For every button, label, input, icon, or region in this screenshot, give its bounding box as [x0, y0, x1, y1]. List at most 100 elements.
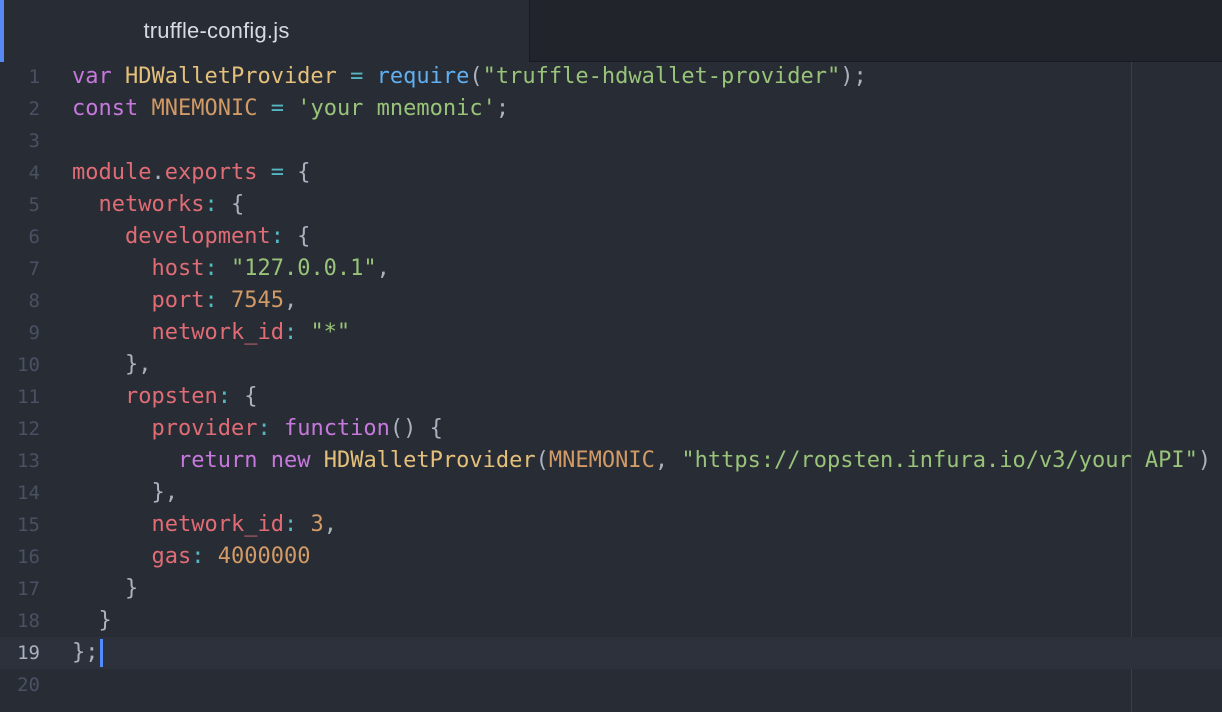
tab-bar: truffle-config.js: [0, 0, 1222, 62]
code-token: module: [72, 160, 152, 185]
line-number: 3: [28, 130, 40, 152]
line-number: 17: [17, 578, 40, 600]
code-line[interactable]: 4 module.exports = {: [0, 157, 1222, 189]
code-line[interactable]: 3: [0, 125, 1222, 157]
code-line[interactable]: 1 var HDWalletProvider = require("truffle…: [0, 61, 1222, 93]
code-line[interactable]: 15 network_id: 3,: [0, 509, 1222, 541]
code-token: network_id: [151, 512, 284, 537]
code-token: port: [151, 288, 205, 313]
code-line[interactable]: 19};: [0, 637, 1222, 669]
code-token: ;: [495, 96, 510, 121]
code-token: gas: [151, 544, 192, 569]
code-token: =: [270, 160, 284, 185]
code-token: :: [191, 544, 205, 569]
code-token: const: [72, 96, 139, 121]
code-token: =: [270, 96, 284, 121]
code-token: },: [72, 352, 152, 377]
line-number: 16: [17, 546, 40, 568]
code-text: ropsten: {: [72, 381, 257, 413]
code-token: "truffle-hdwallet-provider": [482, 64, 841, 89]
code-line[interactable]: 20: [0, 669, 1222, 701]
code-token: development: [124, 224, 271, 249]
code-text: network_id: "*": [72, 317, 350, 349]
code-token: :: [283, 320, 298, 345]
code-token: provider: [151, 416, 258, 441]
code-token: {: [283, 160, 311, 185]
code-token: HDWalletProvider: [125, 64, 337, 89]
code-text: networks: {: [72, 189, 245, 221]
line-number: 13: [17, 450, 40, 472]
code-line[interactable]: 11 ropsten: {: [0, 381, 1222, 413]
code-token: () {: [389, 416, 443, 441]
line-number: 9: [28, 322, 40, 344]
code-line[interactable]: 6 development: {: [0, 221, 1222, 253]
code-token: }: [72, 608, 112, 633]
line-number: 1: [28, 66, 40, 88]
line-number: 19: [17, 642, 40, 664]
code-line[interactable]: 12 provider: function() {: [0, 413, 1222, 445]
code-line[interactable]: 8 port: 7545,: [0, 285, 1222, 317]
code-token: },: [72, 480, 178, 505]
code-token: :: [270, 224, 284, 249]
code-text: }: [72, 605, 112, 637]
code-line[interactable]: 10 },: [0, 349, 1222, 381]
code-token: new: [270, 448, 311, 473]
code-token: :: [204, 256, 218, 281]
code-text: }: [72, 573, 138, 605]
code-line[interactable]: 16 gas: 4000000: [0, 541, 1222, 573]
code-editor[interactable]: 1 var HDWalletProvider = require("truffle…: [0, 62, 1222, 712]
line-number: 14: [17, 482, 40, 504]
line-number: 7: [28, 258, 40, 280]
code-text: },: [72, 477, 178, 509]
line-number: 4: [28, 162, 40, 184]
code-line[interactable]: 7 host: "127.0.0.1",: [0, 253, 1222, 285]
code-token: 'your mnemonic': [297, 96, 496, 121]
code-token: =: [350, 64, 364, 89]
code-line[interactable]: 13 return new HDWalletProvider(MNEMONIC,…: [0, 445, 1222, 477]
code-line[interactable]: 5 networks: {: [0, 189, 1222, 221]
code-token: MNEMONIC: [151, 96, 258, 121]
code-token: :: [204, 288, 218, 313]
code-line[interactable]: 18 }: [0, 605, 1222, 637]
line-number: 10: [17, 354, 40, 376]
line-number: 20: [17, 674, 40, 696]
code-token: (: [469, 64, 483, 89]
code-token: exports: [164, 160, 258, 185]
line-number: 18: [17, 610, 40, 632]
code-token: ropsten: [124, 384, 218, 409]
code-token: ,: [376, 256, 390, 281]
code-line[interactable]: 2 const MNEMONIC = 'your mnemonic';: [0, 93, 1222, 125]
code-token: :: [204, 192, 218, 217]
code-token: ,: [283, 288, 298, 313]
text-cursor: [99, 639, 103, 667]
code-token: 4000000: [217, 544, 311, 569]
line-number: 5: [28, 194, 40, 216]
code-text: provider: function() {: [72, 413, 443, 445]
line-number: 2: [28, 98, 40, 120]
code-line[interactable]: 17 }: [0, 573, 1222, 605]
tab-truffle-config[interactable]: truffle-config.js: [0, 0, 530, 62]
code-line[interactable]: 14 },: [0, 477, 1222, 509]
line-number: 11: [17, 386, 40, 408]
editor-window: truffle-config.js 1 var HDWalletProvider …: [0, 0, 1222, 712]
code-line[interactable]: 9 network_id: "*": [0, 317, 1222, 349]
code-token: var: [72, 64, 112, 89]
code-text: port: 7545,: [72, 285, 297, 317]
code-text: return new HDWalletProvider(MNEMONIC, "h…: [72, 445, 1211, 477]
code-token: host: [151, 256, 205, 281]
code-token: }: [72, 576, 139, 601]
